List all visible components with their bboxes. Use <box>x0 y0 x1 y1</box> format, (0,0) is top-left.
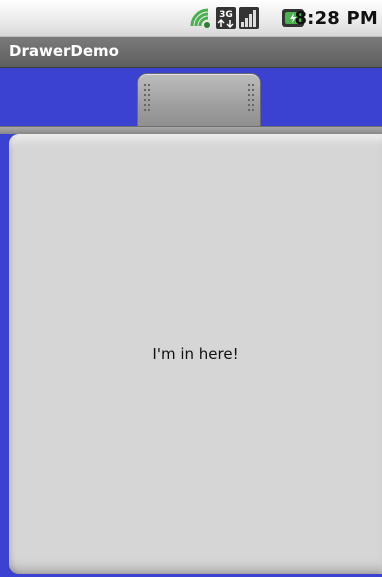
status-bar: 3G 8:28 PM <box>0 0 382 37</box>
drawer-content-text: I'm in here! <box>152 345 239 363</box>
svg-text:3G: 3G <box>219 10 233 20</box>
drawer-content: I'm in here! <box>9 134 382 574</box>
drawer-rail <box>0 126 382 134</box>
3g-network-icon: 3G <box>216 7 236 29</box>
drawer-handle-grip-icon <box>144 84 150 111</box>
drawer-handle[interactable] <box>137 73 261 128</box>
screen: { "status_bar": { "time": "8:28 PM", "ic… <box>0 0 382 577</box>
app-title: DrawerDemo <box>9 42 119 60</box>
signal-strength-icon <box>239 7 259 29</box>
wifi-icon <box>190 8 210 28</box>
title-bar: DrawerDemo <box>0 37 382 68</box>
status-clock: 8:28 PM <box>294 8 378 29</box>
drawer-handle-grip-icon <box>248 84 254 111</box>
